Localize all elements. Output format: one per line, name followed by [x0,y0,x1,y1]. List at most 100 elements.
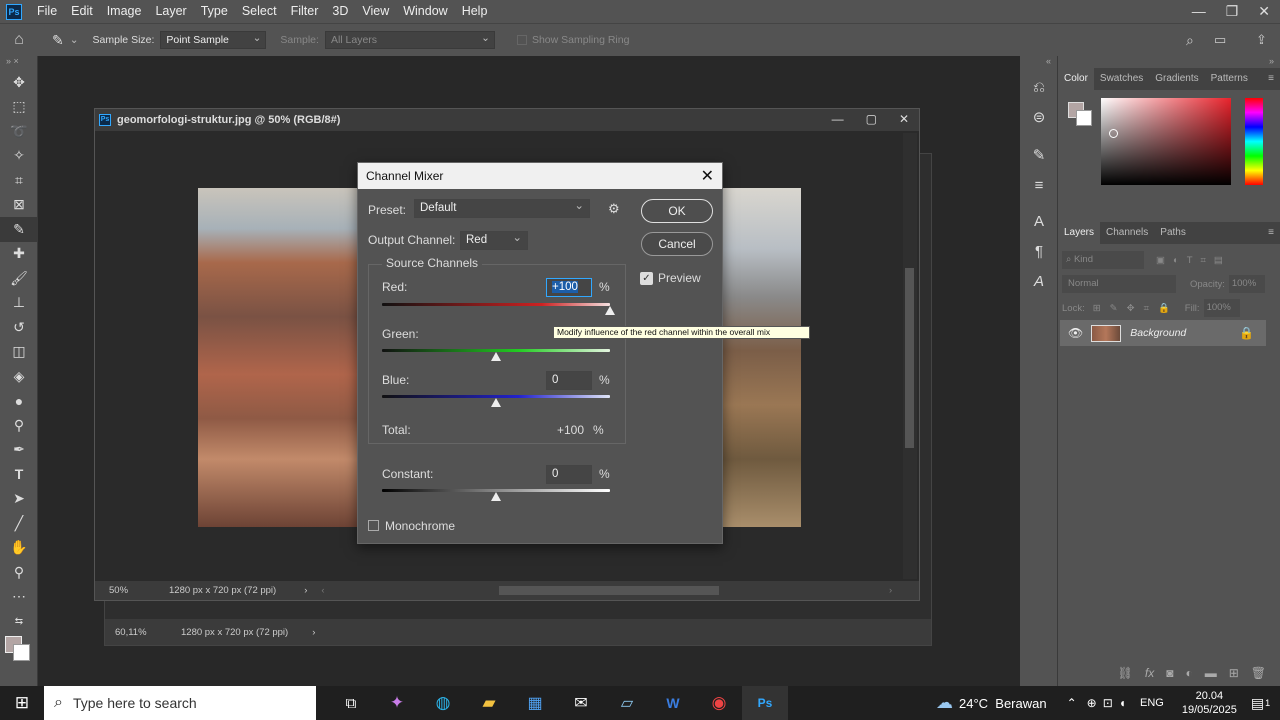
delete-layer-icon[interactable]: 🗑 [1251,666,1266,680]
blur-tool-icon[interactable]: ● [0,389,38,414]
collapse-toolbar-icon[interactable]: » × [0,56,37,70]
sample-size-select[interactable]: Point Sample [160,30,267,49]
notepad-icon[interactable]: ▱ [604,693,650,713]
scroll-right-icon[interactable]: › [889,585,892,596]
history-brush-tool-icon[interactable]: ↺ [0,315,38,340]
path-select-tool-icon[interactable]: ➤ [0,487,38,512]
hand-tool-icon[interactable]: ✋ [0,536,38,561]
color-picker-ring[interactable] [1109,129,1118,138]
vertical-scroll-thumb[interactable] [905,268,914,448]
home-icon[interactable]: ⌂ [0,31,38,49]
document-tab[interactable]: Ps geomorfologi-struktur.jpg @ 50% (RGB/… [95,109,919,131]
sampling-ring-checkbox[interactable] [516,35,527,45]
new-layer-icon[interactable]: ⊞ [1229,666,1239,680]
eraser-tool-icon[interactable]: ◫ [0,340,38,365]
photoshop-taskbar-icon[interactable]: Ps [742,686,788,720]
edge-icon[interactable]: ◍ [420,693,466,713]
menu-filter[interactable]: Filter [284,0,326,23]
tab-paths[interactable]: Paths [1154,222,1192,244]
tray-chevron-icon[interactable]: ⌃ [1067,696,1077,710]
menu-edit[interactable]: Edit [64,0,100,23]
menu-view[interactable]: View [355,0,396,23]
menu-help[interactable]: Help [455,0,495,23]
collapse-panels-icon[interactable]: » [1058,56,1280,68]
back-zoom-level[interactable]: 60,11% [115,627,181,638]
history-panel-icon[interactable]: ⎌ [1020,72,1058,102]
menu-window[interactable]: Window [396,0,454,23]
vertical-scrollbar[interactable] [903,133,917,579]
layer-visibility-eye-icon[interactable]: 👁 [1068,326,1083,340]
language-indicator[interactable]: ENG [1140,697,1164,709]
status-chevron-icon[interactable]: › [304,585,307,596]
menu-file[interactable]: File [30,0,64,23]
dialog-titlebar[interactable]: Channel Mixer ✕ [358,163,722,189]
layer-style-icon[interactable]: fx [1145,666,1154,680]
color-panel-menu-icon[interactable]: ≡ [1262,68,1280,90]
close-button[interactable]: ✕ [1258,0,1270,22]
crop-tool-icon[interactable]: ⌗ [0,168,38,193]
line-tool-icon[interactable]: ╱ [0,511,38,536]
doc-maximize-button[interactable]: ▢ [866,112,877,126]
add-mask-icon[interactable]: ◙ [1166,666,1173,680]
blue-value-input[interactable]: 0 [546,371,592,390]
blend-mode-select[interactable]: Normal [1062,275,1176,293]
tab-swatches[interactable]: Swatches [1094,68,1149,90]
word-icon[interactable]: W [650,695,696,711]
swap-colors-icon[interactable]: ⇆ [0,609,38,634]
type-tool-icon[interactable]: T [0,462,38,487]
menu-select[interactable]: Select [235,0,284,23]
properties-panel-icon[interactable]: ⊜ [1020,102,1058,132]
new-group-icon[interactable]: ▬ [1205,666,1217,680]
layer-name[interactable]: Background [1130,327,1186,339]
adjustment-layer-icon[interactable]: ◐ [1185,666,1192,680]
task-view-icon[interactable]: ⧉ [328,695,374,712]
marquee-tool-icon[interactable]: ⬚ [0,95,38,120]
red-slider-thumb[interactable] [605,306,615,315]
zoom-tool-icon[interactable]: ⚲ [0,560,38,585]
red-value-input[interactable]: +100 [546,278,592,297]
restore-button[interactable]: ❐ [1226,0,1239,22]
chevron-right-icon[interactable]: › [312,627,315,638]
layers-panel-menu-icon[interactable]: ≡ [1262,222,1280,244]
store-icon[interactable]: ▦ [512,693,558,713]
move-tool-icon[interactable]: ✥ [0,70,38,95]
constant-slider-thumb[interactable] [491,492,501,501]
opacity-input[interactable]: 100% [1228,275,1265,293]
link-layers-icon[interactable]: ⛓ [1118,666,1133,680]
windows-start-icon[interactable]: ⊞ [0,693,44,713]
blue-slider-thumb[interactable] [491,398,501,407]
pen-tool-icon[interactable]: ✒ [0,438,38,463]
dodge-tool-icon[interactable]: ⚲ [0,413,38,438]
taskbar-search-box[interactable]: ⌕ Type here to search [44,686,316,720]
menu-layer[interactable]: Layer [148,0,193,23]
red-slider-track[interactable] [382,303,610,306]
search-icon[interactable]: ⌕ [1186,32,1194,49]
monochrome-checkbox[interactable] [368,520,379,531]
menu-image[interactable]: Image [100,0,149,23]
weather-cloud-icon[interactable]: ☁ [936,693,953,713]
layer-filter-icons[interactable]: ▣◐T⌗▤ [1156,255,1231,266]
chrome-icon[interactable]: ◉ [696,693,742,713]
quick-select-tool-icon[interactable]: ✧ [0,144,38,169]
sample-select[interactable]: All Layers [324,30,495,49]
output-channel-select[interactable]: Red ⌄ [460,231,528,250]
file-explorer-icon[interactable]: ▰ [466,693,512,713]
paint-bucket-tool-icon[interactable]: ◈ [0,364,38,389]
tray-icons[interactable]: ⊕⊡◖ [1087,696,1132,710]
menu-3d[interactable]: 3D [325,0,355,23]
more-tools-icon[interactable]: ⋯ [0,585,38,610]
tab-channels[interactable]: Channels [1100,222,1154,244]
ok-button[interactable]: OK [641,199,713,223]
fill-input[interactable]: 100% [1203,299,1240,317]
tab-layers[interactable]: Layers [1058,222,1101,244]
constant-value-input[interactable]: 0 [546,465,592,484]
tab-gradients[interactable]: Gradients [1149,68,1204,90]
layer-kind-filter[interactable]: ⌕ Kind [1062,251,1144,269]
mail-icon[interactable]: ✉ [558,693,604,713]
preset-options-gear-icon[interactable]: ⚙ [608,201,620,217]
character-panel-icon[interactable]: A [1020,206,1058,236]
lasso-tool-icon[interactable]: ➰ [0,119,38,144]
preview-checkbox[interactable]: ✓ [640,272,653,285]
clock[interactable]: 20.04 19/05/2025 [1182,689,1237,717]
background-color-swatch[interactable] [13,643,30,661]
